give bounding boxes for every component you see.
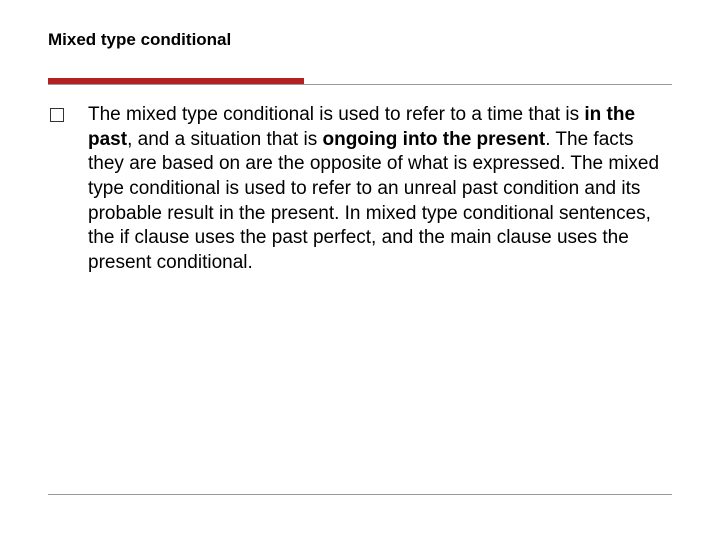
slide-title: Mixed type conditional [48, 30, 672, 50]
body-part3: . The facts they are based on are the op… [88, 129, 659, 273]
divider-top-wrap [48, 78, 672, 85]
body-part2: , and a situation that is [127, 129, 322, 150]
divider-top-accent [48, 78, 304, 84]
body-text: The mixed type conditional is used to re… [88, 103, 672, 276]
content-row: The mixed type conditional is used to re… [48, 103, 672, 276]
body-part1: The mixed type conditional is used to re… [88, 104, 584, 125]
square-bullet-icon [50, 108, 64, 122]
body-bold2: ongoing into the present [322, 129, 545, 150]
divider-bottom [48, 494, 672, 495]
